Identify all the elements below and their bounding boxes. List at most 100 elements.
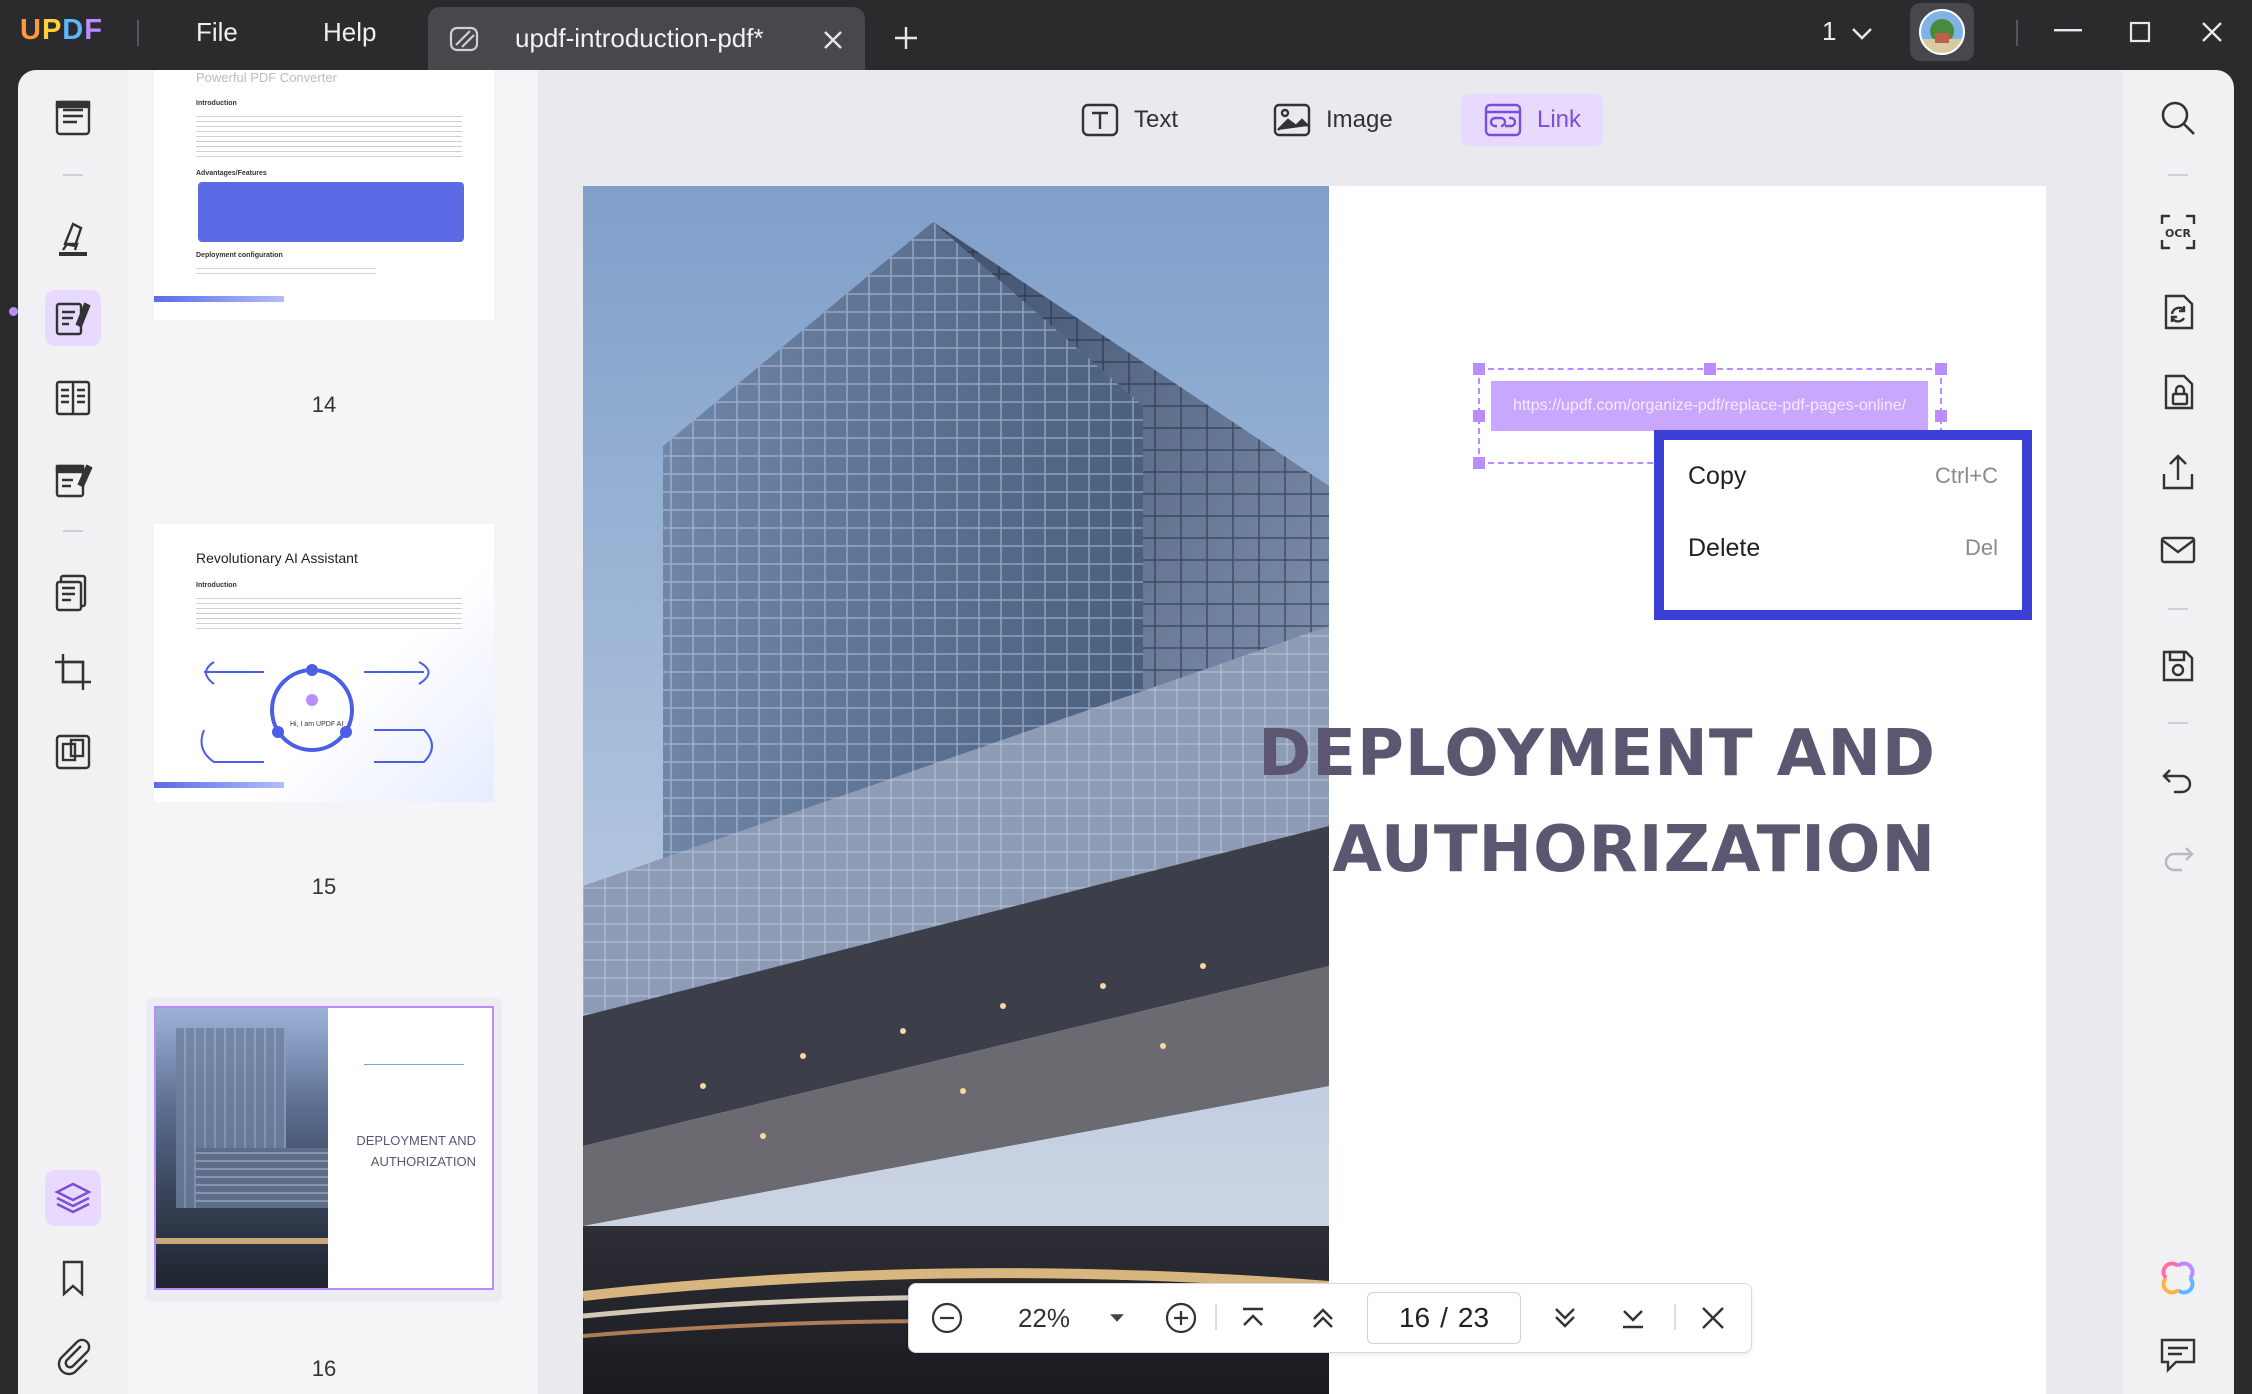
menu-file[interactable]: File	[196, 17, 238, 48]
thumb-text-lines	[196, 594, 462, 630]
first-page-icon[interactable]	[1229, 1294, 1277, 1342]
save-icon[interactable]	[2150, 638, 2206, 694]
copy-label: Copy	[1688, 461, 1747, 490]
search-icon[interactable]	[2150, 90, 2206, 146]
thumb-divider-line	[364, 1064, 464, 1065]
resize-handle[interactable]	[1473, 363, 1485, 375]
image-label: Image	[1326, 106, 1393, 133]
divider	[2016, 20, 2018, 46]
updf-ai-icon[interactable]	[2150, 1250, 2206, 1306]
thumb-section: Introduction	[196, 582, 237, 589]
reader-mode-icon[interactable]	[45, 90, 101, 146]
copy-menu-item[interactable]: Copy Ctrl+C	[1688, 446, 1998, 506]
zoom-out-icon[interactable]	[923, 1294, 971, 1342]
zoom-in-icon[interactable]	[1157, 1294, 1205, 1342]
close-navigation-icon[interactable]	[1689, 1294, 1737, 1342]
resize-handle[interactable]	[1473, 410, 1485, 422]
thumb-ai-diagram	[200, 661, 433, 763]
close-tab-icon[interactable]	[818, 25, 848, 55]
thumb-text-lines	[196, 264, 376, 278]
attachment-icon[interactable]	[45, 1326, 101, 1382]
thumb-page-number: 16	[311, 1356, 337, 1381]
thumb-heading: DEPLOYMENT AND AUTHORIZATION	[356, 1133, 476, 1169]
text-icon	[1081, 103, 1119, 137]
close-window-icon[interactable]	[2192, 14, 2232, 50]
add-text-button[interactable]: Text	[1058, 94, 1200, 146]
active-indicator	[9, 307, 18, 316]
tab-title: updf-introduction-pdf*	[515, 23, 764, 53]
document-tab[interactable]: updf-introduction-pdf*	[428, 7, 865, 70]
building-photo	[583, 186, 1329, 1394]
undo-icon[interactable]	[2150, 752, 2206, 808]
page-thumbnail-15[interactable]: Revolutionary AI Assistant Introduction …	[154, 524, 494, 802]
link-icon	[1484, 103, 1522, 137]
comments-panel-icon[interactable]	[2150, 1326, 2206, 1382]
page-number-input[interactable]: 16 / 23	[1367, 1292, 1521, 1344]
comment-highlighter-icon[interactable]	[45, 210, 101, 266]
crop-icon[interactable]	[45, 644, 101, 700]
convert-icon[interactable]	[2150, 284, 2206, 340]
right-toolbar: OCR	[2122, 70, 2234, 1394]
delete-label: Delete	[1688, 533, 1761, 562]
email-icon[interactable]	[2150, 522, 2206, 578]
bookmark-icon[interactable]	[45, 1250, 101, 1306]
avatar[interactable]	[1910, 3, 1974, 61]
next-page-icon[interactable]	[1541, 1294, 1589, 1342]
thumb-text-lines	[196, 112, 462, 160]
svg-text:OCR: OCR	[2165, 227, 2191, 240]
thumb-footer-bar	[154, 782, 284, 788]
thumb-building-photo	[156, 1008, 328, 1288]
copy-shortcut: Ctrl+C	[1935, 463, 1998, 488]
new-tab-icon[interactable]	[888, 20, 924, 56]
fill-sign-icon[interactable]	[45, 452, 101, 508]
last-page-icon[interactable]	[1609, 1294, 1657, 1342]
resize-handle[interactable]	[1935, 363, 1947, 375]
zoom-level[interactable]: 22%	[999, 1294, 1089, 1342]
share-icon[interactable]	[2150, 444, 2206, 500]
link-label: Link	[1537, 106, 1582, 133]
previous-page-icon[interactable]	[1299, 1294, 1347, 1342]
page-separator: /	[1440, 1302, 1448, 1333]
thumb-ai-bubble: Hi, I am UPDF AI	[290, 721, 344, 728]
delete-menu-item[interactable]: Delete Del	[1688, 518, 1998, 578]
maximize-icon[interactable]	[2120, 14, 2160, 50]
page-thumbnail-16[interactable]: DEPLOYMENT AND AUTHORIZATION	[154, 1006, 494, 1290]
resize-handle[interactable]	[1473, 457, 1485, 469]
page-navigation-bar: 22% 16 / 23	[908, 1283, 1752, 1353]
menu-help[interactable]: Help	[323, 17, 376, 48]
total-pages: 23	[1457, 1302, 1490, 1333]
delete-shortcut: Del	[1964, 535, 1998, 560]
add-image-button[interactable]: Image	[1250, 94, 1415, 146]
minimize-icon[interactable]	[2048, 16, 2088, 46]
chevron-down-icon[interactable]	[1846, 18, 1878, 50]
ocr-icon[interactable]: OCR	[2150, 204, 2206, 260]
window-count: 1	[1822, 16, 1837, 46]
page-tools-icon[interactable]	[45, 564, 101, 620]
thumb-feature-box	[198, 182, 464, 242]
link-url[interactable]: https://updf.com/organize-pdf/replace-pd…	[1491, 381, 1928, 431]
updf-logo: UPDF	[20, 14, 103, 46]
title-bar: UPDF File Help updf-introduction-pdf* 1	[0, 0, 2252, 70]
layers-icon[interactable]	[45, 1170, 101, 1226]
add-link-button[interactable]: Link	[1461, 94, 1604, 146]
thumb-title: Revolutionary AI Assistant	[196, 550, 358, 566]
thumb-section: Advantages/Features	[196, 170, 267, 177]
compare-icon[interactable]	[45, 724, 101, 780]
thumb-section: Deployment configuration	[196, 252, 283, 259]
current-page: 16	[1398, 1302, 1431, 1333]
thumb-page-number: 15	[311, 874, 337, 899]
edit-mode-icon	[446, 21, 482, 57]
edit-pdf-icon[interactable]	[45, 290, 101, 346]
resize-handle[interactable]	[1704, 363, 1716, 375]
thumb-footer-bar	[154, 296, 284, 302]
resize-handle[interactable]	[1935, 410, 1947, 422]
redo-icon[interactable]	[2150, 830, 2206, 886]
zoom-dropdown-icon[interactable]	[1099, 1294, 1135, 1342]
page-thumbnail-14[interactable]: Powerful PDF Converter Introduction Adva…	[154, 70, 494, 320]
protect-icon[interactable]	[2150, 364, 2206, 420]
context-menu: Copy Ctrl+C Delete Del	[1654, 430, 2032, 620]
thumb-page-number: 14	[311, 392, 337, 417]
page-heading: DEPLOYMENT AND AUTHORIZATION	[1258, 717, 1936, 887]
pdf-page[interactable]: https://updf.com/organize-pdf/replace-pd…	[583, 186, 2046, 1394]
organize-pages-icon[interactable]	[45, 370, 101, 426]
